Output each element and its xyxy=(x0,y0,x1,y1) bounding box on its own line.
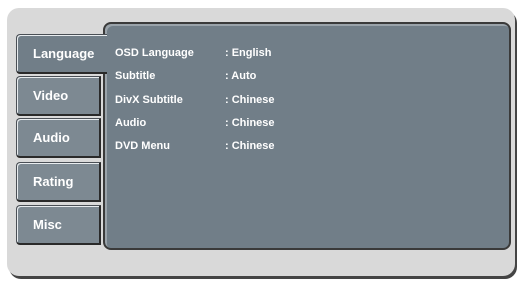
setting-value: : Chinese xyxy=(225,117,275,129)
setting-value: : Chinese xyxy=(225,94,275,106)
tab-audio-label: Audio xyxy=(33,130,70,145)
setting-name: Audio xyxy=(115,117,147,129)
setting-name: Subtitle xyxy=(115,70,156,82)
setting-audio[interactable]: Audio : Chinese xyxy=(115,115,495,131)
setting-value: : English xyxy=(225,47,272,59)
tab-misc[interactable]: Misc xyxy=(16,205,101,245)
setting-osd-language[interactable]: OSD Language : English xyxy=(115,45,495,61)
setting-name: DivX Subtitle xyxy=(115,94,183,106)
setting-divx-subtitle[interactable]: DivX Subtitle : Chinese xyxy=(115,92,495,108)
setting-name: DVD Menu xyxy=(115,140,170,152)
setting-name: OSD Language xyxy=(115,47,194,59)
setting-subtitle[interactable]: Subtitle : Auto xyxy=(115,68,495,84)
tab-audio[interactable]: Audio xyxy=(16,118,101,158)
osd-setup-menu: Language Video Audio Rating Misc OSD Lan… xyxy=(7,8,515,276)
setting-dvd-menu[interactable]: DVD Menu : Chinese xyxy=(115,138,495,154)
tab-language[interactable]: Language xyxy=(16,34,107,74)
tab-video[interactable]: Video xyxy=(16,76,101,116)
setting-value: : Chinese xyxy=(225,140,275,152)
language-settings-panel: OSD Language : English Subtitle : Auto D… xyxy=(103,22,511,250)
tab-misc-label: Misc xyxy=(33,217,62,232)
setting-value: : Auto xyxy=(225,70,257,82)
tab-language-label: Language xyxy=(33,46,95,61)
tab-video-label: Video xyxy=(33,88,69,103)
tab-rating-label: Rating xyxy=(33,174,74,189)
tab-rating[interactable]: Rating xyxy=(16,162,101,202)
